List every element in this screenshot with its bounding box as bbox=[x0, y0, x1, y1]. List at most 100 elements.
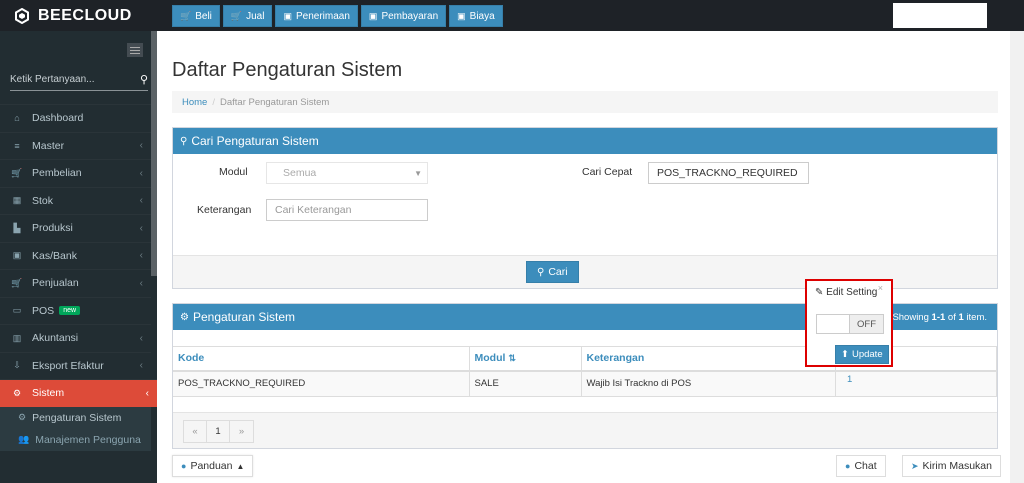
chevron-left-icon: ‹ bbox=[139, 277, 143, 289]
showing-suffix: item. bbox=[963, 312, 987, 323]
pagination-prev[interactable]: « bbox=[184, 421, 207, 442]
search-icon[interactable]: ⚲ bbox=[140, 73, 148, 86]
showing-summary: Showing 1-1 of 1 item. bbox=[892, 312, 987, 323]
chat-button[interactable]: ● Chat bbox=[836, 455, 886, 477]
sidebar-search-input[interactable]: Ketik Pertanyaan... ⚲ bbox=[10, 69, 148, 91]
cart-icon: 🛒 bbox=[230, 10, 243, 21]
setting-toggle[interactable]: OFF bbox=[816, 314, 884, 334]
chevron-left-icon: ‹ bbox=[139, 222, 143, 234]
topnav-label: Pembayaran bbox=[381, 10, 439, 22]
list-icon: ≡ bbox=[14, 140, 20, 151]
cari-button[interactable]: ⚲ Cari bbox=[526, 261, 579, 283]
users-icon: 👥 bbox=[18, 434, 30, 444]
breadcrumb-home-link[interactable]: Home bbox=[182, 97, 207, 108]
sidebar-item-label: Stok bbox=[32, 194, 54, 207]
sidebar-item-akuntansi[interactable]: ▥ Akuntansi ‹ bbox=[0, 324, 151, 352]
chevron-left-icon: ‹ bbox=[139, 360, 143, 372]
sidebar-item-master[interactable]: ≡ Master ‹ bbox=[0, 131, 151, 160]
sort-icon: ⇅ bbox=[508, 353, 516, 364]
chevron-up-icon: ▲ bbox=[236, 461, 245, 471]
cell-keterangan: Wajib Isi Trackno di POS bbox=[581, 370, 836, 397]
cari-cepat-value: POS_TRACKNO_REQUIRED bbox=[657, 167, 798, 179]
sidebar-item-stok[interactable]: ▦ Stok ‹ bbox=[0, 186, 151, 215]
update-button-label: Update bbox=[851, 349, 883, 360]
sidebar-item-pembelian[interactable]: 🛒 Pembelian ‹ bbox=[0, 159, 151, 187]
gear-icon: ⚙ bbox=[18, 412, 27, 422]
paper-plane-icon: ➤ bbox=[911, 460, 919, 471]
topnav-jual-button[interactable]: 🛒 Jual bbox=[222, 5, 273, 27]
cell-modul: SALE bbox=[469, 370, 582, 397]
setting-value-link[interactable]: 1 bbox=[847, 374, 852, 385]
sidebar-item-label: Master bbox=[32, 139, 65, 152]
cart-icon: 🛒 bbox=[11, 277, 23, 288]
upload-icon: ⬆ bbox=[841, 349, 849, 360]
sidebar-item-pos[interactable]: ▭ POS new bbox=[0, 296, 151, 325]
cart-icon: 🛒 bbox=[180, 10, 192, 21]
keterangan-label: Keterangan bbox=[197, 204, 252, 216]
column-header-keterangan[interactable]: Keterangan bbox=[581, 346, 836, 372]
cari-cepat-input[interactable]: POS_TRACKNO_REQUIRED bbox=[648, 162, 809, 184]
pagination-next[interactable]: » bbox=[230, 421, 253, 442]
modul-label: Modul bbox=[219, 166, 248, 178]
list-panel-footer bbox=[173, 412, 997, 448]
breadcrumb-current: Daftar Pengaturan Sistem bbox=[219, 96, 330, 108]
panduan-label: Panduan bbox=[190, 460, 233, 472]
edit-setting-popover: ✎ Edit Setting × OFF ⬆ Update bbox=[805, 279, 893, 367]
sidebar-item-label: Pembelian bbox=[32, 167, 82, 180]
pagination-page[interactable]: 1 bbox=[207, 421, 230, 442]
money-icon: ▣ bbox=[283, 10, 292, 21]
showing-range: 1-1 bbox=[931, 312, 946, 323]
money-icon: ▣ bbox=[368, 10, 378, 21]
brand-logo[interactable]: BEECLOUD bbox=[0, 0, 157, 31]
gears-icon: ⚙ bbox=[180, 311, 189, 323]
sidebar-item-label: Penjualan bbox=[32, 277, 79, 290]
sidebar-item-sistem[interactable]: ⚙ Sistem ‹ bbox=[0, 379, 157, 407]
showing-mid: of bbox=[945, 312, 959, 323]
topnav-beli-button[interactable]: 🛒 Beli bbox=[172, 5, 220, 27]
column-header-modul-label: Modul bbox=[474, 352, 506, 365]
popover-title-label: Edit Setting bbox=[826, 287, 878, 298]
sidebar-item-label: Eksport Efaktur bbox=[32, 359, 104, 372]
top-nav: 🛒 Beli 🛒 Jual ▣ Penerimaan ▣ Pembayaran ▣ Biaya bbox=[172, 5, 503, 27]
toggle-handle[interactable] bbox=[817, 315, 851, 333]
keterangan-input[interactable]: Cari Keterangan bbox=[266, 199, 428, 221]
kirim-masukan-button[interactable]: ➤ Kirim Masukan bbox=[902, 455, 1001, 477]
sidebar-item-label: Dashboard bbox=[32, 112, 84, 125]
column-header-modul[interactable]: Modul ⇅ bbox=[469, 346, 582, 372]
search-panel-header: ⚲ Cari Pengaturan Sistem bbox=[173, 128, 997, 154]
chevron-left-icon: ‹ bbox=[139, 140, 143, 152]
keterangan-placeholder: Cari Keterangan bbox=[275, 204, 352, 216]
table-row: POS_TRACKNO_REQUIRED SALE Wajib Isi Trac… bbox=[173, 370, 997, 397]
panduan-button[interactable]: ● Panduan ▲ bbox=[172, 455, 254, 477]
chart-icon: ▥ bbox=[12, 332, 22, 343]
topnav-pembayaran-button[interactable]: ▣ Pembayaran bbox=[360, 5, 447, 27]
modul-select[interactable]: Semua ▼ bbox=[266, 162, 428, 184]
sidebar-item-kas-bank[interactable]: ▣ Kas/Bank ‹ bbox=[0, 241, 151, 270]
page-scrollbar-track[interactable] bbox=[1010, 31, 1024, 483]
sidebar-item-produksi[interactable]: ▙ Produksi ‹ bbox=[0, 214, 151, 242]
chevron-left-icon: ‹ bbox=[139, 250, 143, 262]
sidebar-subitem-manajemen-pengguna[interactable]: 👥 Manajemen Pengguna bbox=[0, 429, 151, 451]
update-button[interactable]: ⬆ Update bbox=[835, 345, 889, 364]
sidebar-item-label: Produksi bbox=[32, 222, 73, 235]
sidebar-item-label: POS bbox=[32, 304, 55, 317]
sidebar-toggle-button[interactable] bbox=[127, 43, 143, 57]
sidebar-menu: ⌂ Dashboard ≡ Master ‹ 🛒 Pembelian ‹ ▦ Stok ‹ ▙ Prod… bbox=[0, 104, 157, 451]
popover-title: ✎ Edit Setting bbox=[815, 287, 877, 298]
sidebar-item-eksport-efaktur[interactable]: ⇩ Eksport Efaktur ‹ bbox=[0, 351, 151, 380]
sidebar-subitem-pengaturan-sistem[interactable]: ⚙ Pengaturan Sistem bbox=[0, 407, 151, 429]
money-icon: ▣ bbox=[12, 250, 22, 261]
sidebar-item-penjualan[interactable]: 🛒 Penjualan ‹ bbox=[0, 269, 151, 297]
close-icon[interactable]: × bbox=[878, 283, 883, 293]
kirim-label: Kirim Masukan bbox=[922, 460, 992, 472]
sidebar-subitem-label: Pengaturan Sistem bbox=[32, 411, 122, 424]
topnav-biaya-button[interactable]: ▣ Biaya bbox=[449, 5, 503, 27]
column-header-kode[interactable]: Kode bbox=[173, 346, 470, 372]
sidebar-item-dashboard[interactable]: ⌂ Dashboard bbox=[0, 104, 151, 132]
column-header-kode-label: Kode bbox=[178, 352, 205, 365]
toggle-off-label: OFF bbox=[850, 315, 883, 333]
user-menu-box[interactable] bbox=[893, 3, 987, 28]
topnav-penerimaan-button[interactable]: ▣ Penerimaan bbox=[275, 5, 358, 27]
chevron-left-icon: ‹ bbox=[145, 387, 149, 399]
page-title: Daftar Pengaturan Sistem bbox=[172, 59, 403, 81]
